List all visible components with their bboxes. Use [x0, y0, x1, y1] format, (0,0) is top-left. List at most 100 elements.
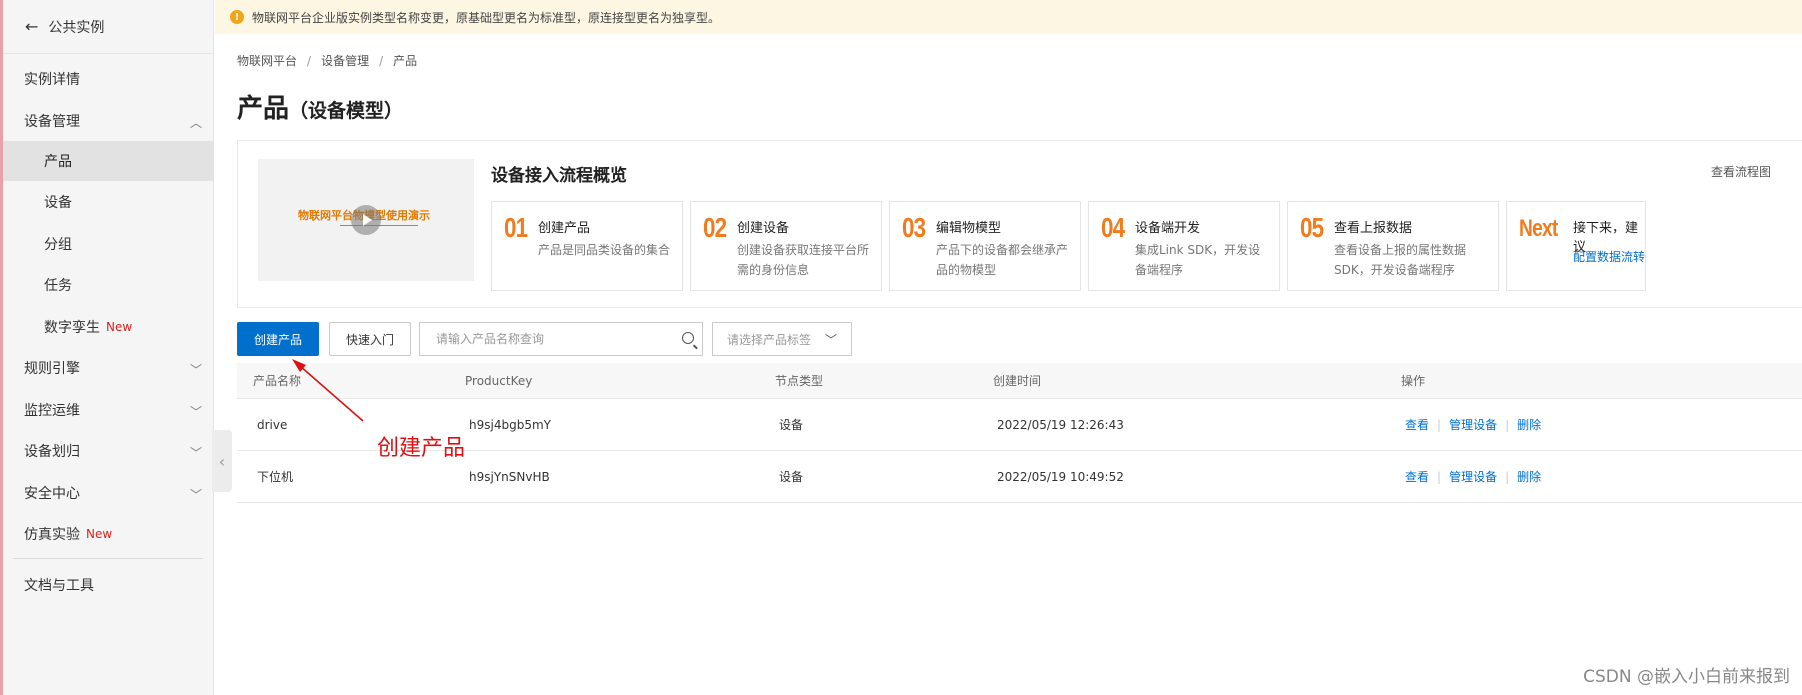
sidebar-item-monitoring[interactable]: 监控运维 ﹀ [3, 390, 214, 430]
overview-title: 设备接入流程概览 [491, 166, 627, 186]
main-content: ! 物联网平台企业版实例类型名称变更，原基础型更名为标准型，原连接型更名为独享型… [215, 0, 1802, 695]
breadcrumb-item-device-management[interactable]: 设备管理 [321, 54, 369, 68]
product-tag-select[interactable]: 请选择产品标签 ﹀ [712, 322, 852, 356]
quick-start-button[interactable]: 快速入门 [329, 322, 411, 356]
page-title-main: 产品 [237, 94, 290, 124]
action-separator: | [1505, 417, 1510, 432]
table-row: drive h9sj4bgb5mY 设备 2022/05/19 12:26:43… [237, 399, 1802, 451]
breadcrumb: 物联网平台 / 设备管理 / 产品 [237, 52, 417, 69]
step-desc: 查看设备上报的属性数据 SDK，开发设备端程序 [1334, 243, 1467, 277]
created-time: 2022/05/19 10:49:52 [997, 469, 1124, 484]
sidebar-item-label: 安全中心 [24, 486, 80, 502]
step-desc: 产品是同品类设备的集合 [538, 243, 671, 257]
chevron-down-icon: ﹀ [189, 488, 202, 502]
step-title: 编辑物模型 [936, 221, 1002, 236]
sidebar-item-instance-detail[interactable]: 实例详情 [3, 59, 214, 99]
action-separator: | [1437, 469, 1442, 484]
table-row: 下位机 h9sjYnSNvHB 设备 2022/05/19 10:49:52 查… [237, 451, 1802, 503]
play-icon[interactable] [351, 205, 381, 235]
sidebar-item-label: 任务 [44, 278, 72, 294]
sidebar-item-label: 文档与工具 [24, 578, 94, 594]
sidebar-item-label: 设备划归 [24, 444, 80, 460]
created-time: 2022/05/19 12:26:43 [997, 417, 1124, 432]
step-desc: 集成Link SDK，开发设备端程序 [1135, 243, 1261, 277]
column-header-node-type: 节点类型 [775, 374, 824, 388]
step-card-4[interactable]: 04 设备端开发 集成Link SDK，开发设备端程序 [1088, 201, 1280, 291]
chevron-down-icon: ﹀ [189, 405, 202, 419]
action-separator: | [1505, 469, 1510, 484]
delete-link[interactable]: 删除 [1517, 416, 1541, 433]
breadcrumb-item-iot-platform[interactable]: 物联网平台 [237, 54, 297, 68]
step-number: 02 [703, 212, 727, 243]
view-link[interactable]: 查看 [1405, 468, 1429, 485]
action-separator: | [1437, 417, 1442, 432]
sidebar-item-device-allocation[interactable]: 设备划归 ﹀ [3, 431, 214, 471]
sidebar-item-docs-tools[interactable]: 文档与工具 [3, 565, 214, 605]
breadcrumb-item-product: 产品 [393, 54, 418, 68]
step-number: 05 [1300, 212, 1324, 243]
step-card-2[interactable]: 02 创建设备 创建设备获取连接平台所需的身份信息 [690, 201, 882, 291]
back-to-instance-button[interactable]: ← 公共实例 [3, 0, 213, 54]
view-flowchart-link[interactable]: 查看流程图 [1711, 163, 1771, 180]
step-number: 01 [504, 212, 528, 243]
step-card-1[interactable]: 01 创建产品 产品是同品类设备的集合 [491, 201, 683, 291]
manage-devices-link[interactable]: 管理设备 [1449, 468, 1497, 485]
sidebar-item-task[interactable]: 任务 [3, 265, 214, 305]
sidebar-item-device[interactable]: 设备 [3, 182, 214, 222]
page-title: 产品（设备模型） [237, 88, 403, 125]
product-name: drive [257, 417, 288, 432]
watermark: CSDN @嵌入小白前来报到 [1583, 667, 1790, 687]
sidebar-item-product[interactable]: 产品 [3, 141, 214, 181]
sidebar-item-device-management[interactable]: 设备管理 ︿ [3, 101, 214, 141]
configure-data-flow-link[interactable]: 配置数据流转 [1573, 248, 1645, 265]
back-arrow-icon: ← [25, 17, 39, 36]
delete-link[interactable]: 删除 [1517, 468, 1541, 485]
sidebar-item-label: 规则引擎 [24, 361, 80, 377]
sidebar-item-label: 分组 [44, 237, 72, 253]
sidebar-item-group[interactable]: 分组 [3, 224, 214, 264]
new-badge: New [86, 527, 113, 541]
product-key: h9sj4bgb5mY [469, 417, 551, 432]
product-search-input[interactable] [420, 323, 660, 355]
step-title: 设备端开发 [1135, 221, 1201, 236]
demo-video-thumbnail[interactable]: 物联网平台物模型使用演示 [258, 159, 474, 281]
sidebar-item-label: 产品 [44, 154, 72, 170]
sidebar-item-label: 仿真实验 [24, 527, 80, 543]
sidebar-item-security-center[interactable]: 安全中心 ﹀ [3, 473, 214, 513]
step-number: Next [1519, 215, 1558, 242]
column-header-created-time: 创建时间 [993, 374, 1042, 388]
node-type: 设备 [779, 470, 804, 484]
product-tag-select-placeholder: 请选择产品标签 [727, 332, 812, 347]
chevron-up-icon: ︿ [189, 116, 202, 130]
notice-text: 物联网平台企业版实例类型名称变更，原基础型更名为标准型，原连接型更名为独享型。 [252, 10, 721, 25]
manage-devices-link[interactable]: 管理设备 [1449, 416, 1497, 433]
product-search-box [419, 322, 703, 356]
create-product-button[interactable]: 创建产品 [237, 322, 319, 356]
sidebar-item-simulation[interactable]: 仿真实验 New [3, 514, 214, 554]
step-card-5[interactable]: 05 查看上报数据 查看设备上报的属性数据 SDK，开发设备端程序 [1287, 201, 1499, 291]
step-title: 创建产品 [538, 221, 591, 236]
chevron-down-icon: ﹀ [824, 333, 837, 347]
step-title: 查看上报数据 [1334, 221, 1413, 236]
warning-icon: ! [230, 10, 244, 24]
sidebar: ← 公共实例 实例详情 设备管理 ︿ 产品 设备 分组 任务 数字孪生 New … [3, 0, 214, 695]
row-actions: 查看 | 管理设备 | 删除 [1405, 399, 1541, 450]
step-card-3[interactable]: 03 编辑物模型 产品下的设备都会继承产品的物模型 [889, 201, 1081, 291]
sidebar-item-label: 设备 [44, 195, 72, 211]
product-name: 下位机 [257, 470, 294, 484]
step-card-next[interactable]: Next 接下来，建议 配置数据流转 [1506, 201, 1646, 291]
view-link[interactable]: 查看 [1405, 416, 1429, 433]
product-table: 产品名称 ProductKey 节点类型 创建时间 操作 drive h9sj4… [237, 363, 1802, 503]
row-actions: 查看 | 管理设备 | 删除 [1405, 451, 1541, 502]
sidebar-item-label: 实例详情 [24, 72, 80, 88]
node-type: 设备 [779, 418, 804, 432]
chevron-down-icon: ﹀ [189, 363, 202, 377]
sidebar-item-label: 数字孪生 [44, 320, 100, 336]
sidebar-item-label: 设备管理 [24, 114, 80, 130]
sidebar-item-rule-engine[interactable]: 规则引擎 ﹀ [3, 348, 214, 388]
step-desc: 产品下的设备都会继承产品的物模型 [936, 243, 1069, 277]
search-icon[interactable] [682, 332, 694, 344]
process-overview-card: 物联网平台物模型使用演示 设备接入流程概览 查看流程图 01 创建产品 产品是同… [237, 140, 1802, 308]
column-header-name: 产品名称 [253, 374, 302, 388]
sidebar-item-digital-twin[interactable]: 数字孪生 New [3, 307, 214, 347]
